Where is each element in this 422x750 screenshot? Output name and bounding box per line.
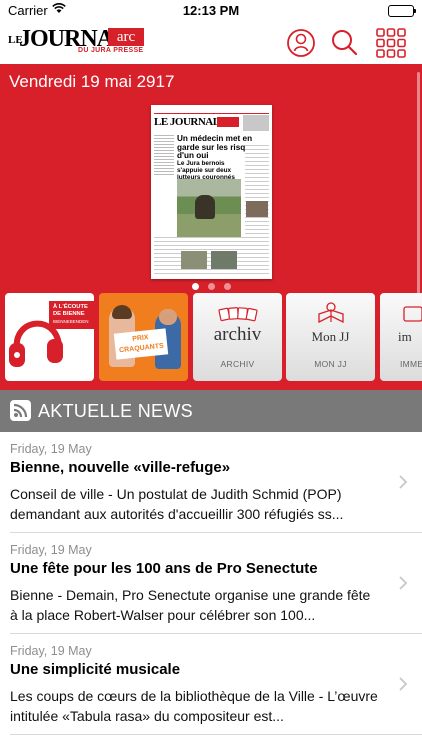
front-page-photo (177, 179, 241, 237)
front-page-masthead: LE JOURNAL (154, 116, 220, 128)
logo-subline: DU JURA PRESSE (78, 47, 144, 54)
tile-mon-jj[interactable]: Mon JJ MON JJ (286, 293, 375, 381)
front-page-sidebar (154, 135, 174, 177)
imme-title: im (398, 329, 412, 344)
archiv-title: archiv (213, 324, 262, 345)
news-title: Une simplicité musicale (10, 661, 181, 678)
page-dot-3[interactable] (224, 283, 231, 290)
edition-date: Vendredi 19 mai 2917 (9, 72, 175, 91)
imme-icon (403, 306, 422, 322)
logo-arc: arc (108, 28, 144, 46)
prix-craquants-sign: PRIX CRAQUANTS (113, 328, 169, 360)
front-page-column (245, 145, 269, 235)
front-page-topline (154, 108, 269, 114)
news-excerpt: Les coups de cœurs de la bibliothèque de… (10, 688, 378, 724)
chevron-right-icon (399, 576, 408, 590)
news-date: Friday, 19 May (10, 543, 92, 557)
tile-prix-craquants[interactable]: PRIX CRAQUANTS (99, 293, 188, 381)
news-excerpt: Conseil de ville - Un postulat de Judith… (10, 486, 344, 522)
imme-label: IMME (400, 359, 422, 369)
news-title: Une fête pour les 100 ans de Pro Senectu… (10, 560, 318, 577)
page-dot-2[interactable] (208, 283, 215, 290)
hero-banner: Vendredi 19 mai 2917 LE JOURNAL Un médec… (0, 64, 422, 390)
tile-imme[interactable]: im IMME (380, 293, 422, 381)
rss-icon (10, 400, 31, 421)
grid-menu-icon[interactable] (374, 26, 408, 60)
status-bar: Carrier 12:13 PM (0, 0, 422, 22)
front-page-bottom-photo (181, 251, 207, 269)
news-list: Friday, 19 May Bienne, nouvelle «ville-r… (0, 432, 422, 735)
front-page-thumbnail[interactable]: LE JOURNAL Un médecin met en garde sur l… (151, 105, 272, 279)
news-title: Bienne, nouvelle «ville-refuge» (10, 459, 231, 476)
news-date: Friday, 19 May (10, 644, 92, 658)
news-item[interactable]: Friday, 19 May Une fête pour les 100 ans… (10, 533, 422, 634)
search-icon[interactable] (328, 26, 362, 60)
news-excerpt: Bienne - Demain, Pro Senectute organise … (10, 587, 371, 623)
tile-ecoute-de-bienne[interactable]: À L'ÉCOUTE DE BIENNE BIENNEBENDEN (5, 293, 94, 381)
app-header: LE JOURNAL arc DU JURA PRESSE (0, 22, 422, 64)
battery-icon (388, 5, 416, 17)
page-indicator[interactable] (188, 283, 238, 291)
chevron-right-icon (399, 677, 408, 691)
account-icon[interactable] (284, 26, 318, 60)
front-page-portrait (246, 201, 268, 217)
archive-stack-icon (218, 307, 258, 322)
news-item[interactable]: Friday, 19 May Une simplicité musicale L… (10, 634, 422, 735)
clock: 12:13 PM (182, 3, 240, 18)
front-page-bottom-photo (211, 251, 237, 269)
news-date: Friday, 19 May (10, 442, 92, 456)
tile-archiv[interactable]: archiv ARCHIV (193, 293, 282, 381)
journal-logo[interactable]: LE JOURNAL arc DU JURA PRESSE (8, 26, 144, 56)
ecoute-band: À L'ÉCOUTE DE BIENNE BIENNEBENDEN (49, 301, 94, 329)
front-page-subheadline: Le Jura bernois s'appuie sur deux lutteu… (177, 160, 235, 181)
chevron-right-icon (399, 475, 408, 489)
section-title: AKTUELLE NEWS (38, 401, 193, 421)
ecoute-band-title: À L'ÉCOUTE DE BIENNE (53, 304, 88, 317)
archiv-label: ARCHIV (220, 359, 255, 369)
mon-jj-title: Mon JJ (311, 329, 350, 344)
ecoute-band-sub: BIENNEBENDEN (53, 319, 89, 324)
page-dot-1[interactable] (192, 283, 199, 290)
reader-icon (318, 302, 344, 324)
front-page-ad (243, 115, 269, 131)
front-page-arc-mark (217, 117, 239, 127)
section-header: AKTUELLE NEWS (0, 390, 422, 432)
mon-jj-label: MON JJ (314, 359, 347, 369)
news-item[interactable]: Friday, 19 May Bienne, nouvelle «ville-r… (10, 432, 422, 533)
